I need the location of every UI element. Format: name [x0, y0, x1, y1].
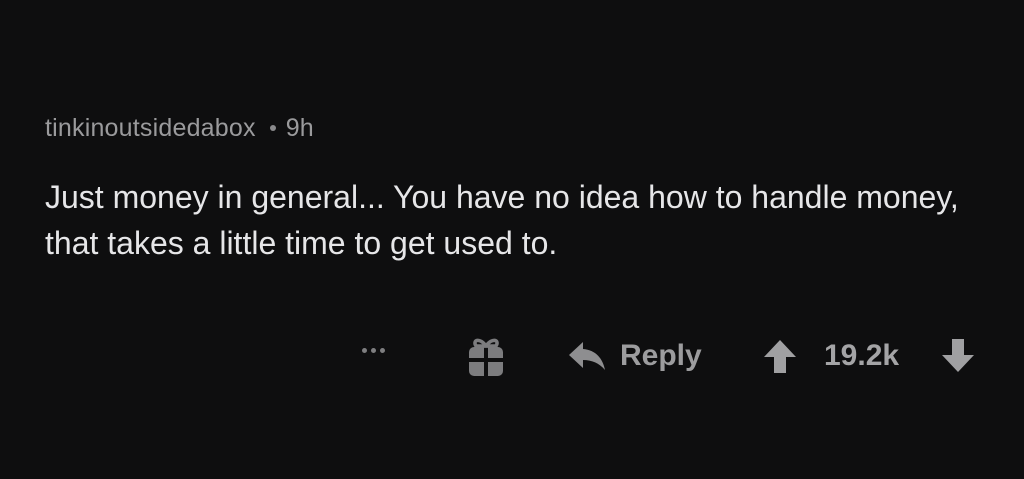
reply-arrow-icon — [569, 342, 605, 370]
gift-icon[interactable] — [466, 334, 506, 378]
more-options-button[interactable] — [362, 348, 385, 353]
vote-score: 19.2k — [824, 339, 900, 372]
reply-button[interactable]: Reply — [568, 334, 702, 378]
upvote-arrow-icon[interactable] — [762, 338, 798, 374]
comment-age: 9h — [285, 113, 314, 142]
comment: tinkinoutsidedabox 9h Just money in gene… — [45, 112, 995, 266]
comment-author[interactable]: tinkinoutsidedabox — [45, 114, 256, 143]
comment-body: Just money in general... You have no ide… — [45, 179, 959, 261]
separator-dot — [269, 125, 276, 131]
downvote-arrow-icon[interactable] — [940, 338, 976, 374]
reply-label: Reply — [620, 339, 702, 372]
comment-meta: tinkinoutsidedabox 9h — [45, 112, 995, 144]
more-dots-icon — [362, 348, 367, 353]
comment-actions: Reply 19.2k — [0, 330, 1024, 380]
